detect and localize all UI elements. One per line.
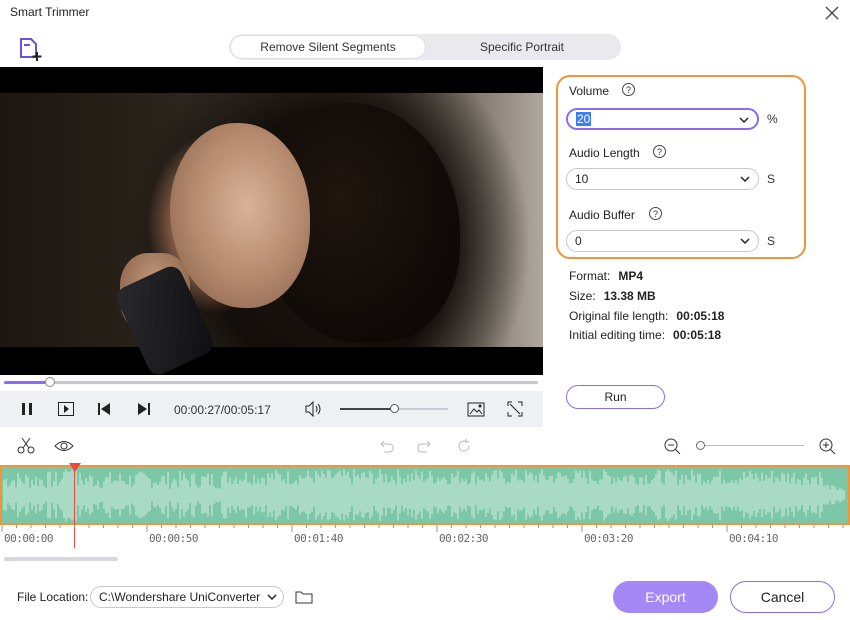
- audio-length-help-icon[interactable]: ?: [653, 145, 666, 158]
- close-icon[interactable]: [822, 3, 842, 23]
- ruler-label: 00:03:20: [584, 532, 633, 545]
- ruler-label: 00:01:40: [294, 532, 343, 545]
- chevron-down-icon: [739, 117, 749, 124]
- original-length-value: 00:05:18: [676, 309, 725, 323]
- audio-buffer-select[interactable]: 0: [566, 230, 759, 252]
- redo-icon[interactable]: [415, 436, 435, 456]
- refresh-icon[interactable]: [454, 436, 474, 456]
- export-button[interactable]: Export: [613, 581, 718, 613]
- audio-buffer-unit: S: [767, 234, 776, 248]
- play-icon[interactable]: [56, 399, 76, 419]
- next-icon[interactable]: [134, 399, 154, 419]
- size-value: 13.38 MB: [603, 289, 656, 303]
- volume-unit: %: [767, 112, 778, 126]
- ruler-label: 00:00:00: [4, 532, 53, 545]
- audio-length-value: 10: [575, 172, 589, 186]
- size-info: Size: 13.38 MB: [569, 289, 656, 303]
- timeline-scrollbar[interactable]: [4, 557, 118, 561]
- editing-time-value: 00:05:18: [673, 328, 722, 342]
- file-location-select[interactable]: C:\Wondershare UniConverter: [90, 586, 284, 608]
- volume-icon[interactable]: [304, 399, 324, 419]
- time-display: 00:00:27/00:05:17: [174, 403, 271, 417]
- volume-select[interactable]: 20: [566, 108, 759, 130]
- audio-buffer-help-icon[interactable]: ?: [649, 207, 662, 220]
- player-controls: 00:00:27/00:05:17: [0, 391, 543, 427]
- playhead-handle[interactable]: [69, 463, 81, 472]
- chevron-down-icon: [740, 176, 750, 183]
- editing-time-info: Initial editing time: 00:05:18: [569, 328, 721, 342]
- editing-time-label: Initial editing time:: [569, 328, 666, 342]
- add-file-icon[interactable]: [18, 36, 44, 62]
- title-bar: Smart Trimmer: [0, 0, 850, 28]
- volume-slider[interactable]: [340, 404, 448, 413]
- undo-icon[interactable]: [376, 436, 396, 456]
- original-length-info: Original file length: 00:05:18: [569, 309, 724, 323]
- folder-icon[interactable]: [294, 587, 314, 607]
- volume-slider-fill: [340, 408, 394, 410]
- ruler-label: 00:02:30: [439, 532, 488, 545]
- audio-length-unit: S: [767, 172, 776, 186]
- audio-buffer-label: Audio Buffer: [569, 208, 635, 222]
- file-location-value: C:\Wondershare UniConverter: [99, 590, 261, 604]
- ruler-label: 00:00:50: [149, 532, 198, 545]
- format-label: Format:: [569, 269, 611, 283]
- mode-tabs: Remove Silent Segments Specific Portrait: [229, 34, 621, 60]
- playback-progress-handle[interactable]: [45, 377, 56, 387]
- video-frame: [0, 93, 543, 375]
- video-subject-face: [170, 123, 310, 308]
- volume-label: Volume: [569, 84, 610, 98]
- timeline-ruler: [1, 525, 844, 532]
- video-preview[interactable]: [0, 67, 543, 375]
- playhead[interactable]: [74, 464, 75, 548]
- window-title: Smart Trimmer: [10, 5, 90, 19]
- playback-progress-fill: [4, 381, 51, 384]
- file-location-label: File Location:: [17, 590, 89, 604]
- pause-icon[interactable]: [17, 399, 37, 419]
- chevron-down-icon: [267, 594, 277, 601]
- volume-slider-handle[interactable]: [390, 404, 399, 413]
- format-info: Format: MP4: [569, 269, 643, 283]
- eye-icon[interactable]: [54, 436, 74, 456]
- audio-waveform-track[interactable]: [0, 465, 850, 525]
- chevron-down-icon: [740, 238, 750, 245]
- playback-progress[interactable]: [4, 377, 538, 387]
- snapshot-icon[interactable]: [466, 399, 486, 419]
- audio-buffer-value: 0: [575, 234, 582, 248]
- audio-waveform: [3, 469, 845, 521]
- zoom-slider[interactable]: [700, 445, 804, 446]
- previous-icon[interactable]: [94, 399, 114, 419]
- tab-remove-silent-segments[interactable]: Remove Silent Segments: [231, 36, 425, 58]
- tab-specific-portrait[interactable]: Specific Portrait: [425, 36, 619, 58]
- cancel-button[interactable]: Cancel: [730, 581, 835, 613]
- zoom-out-icon[interactable]: [662, 436, 682, 456]
- ruler-label: 00:04:10: [729, 532, 778, 545]
- volume-help-icon[interactable]: ?: [622, 83, 635, 96]
- zoom-in-icon[interactable]: [817, 436, 837, 456]
- audio-length-select[interactable]: 10: [566, 168, 759, 190]
- fullscreen-icon[interactable]: [505, 399, 525, 419]
- volume-value: 20: [576, 112, 592, 126]
- audio-length-label: Audio Length: [569, 146, 640, 160]
- zoom-slider-handle[interactable]: [696, 441, 705, 450]
- original-length-label: Original file length:: [569, 309, 669, 323]
- run-button[interactable]: Run: [566, 385, 665, 409]
- scissors-icon[interactable]: [16, 436, 36, 456]
- format-value: MP4: [618, 269, 644, 283]
- size-label: Size:: [569, 289, 596, 303]
